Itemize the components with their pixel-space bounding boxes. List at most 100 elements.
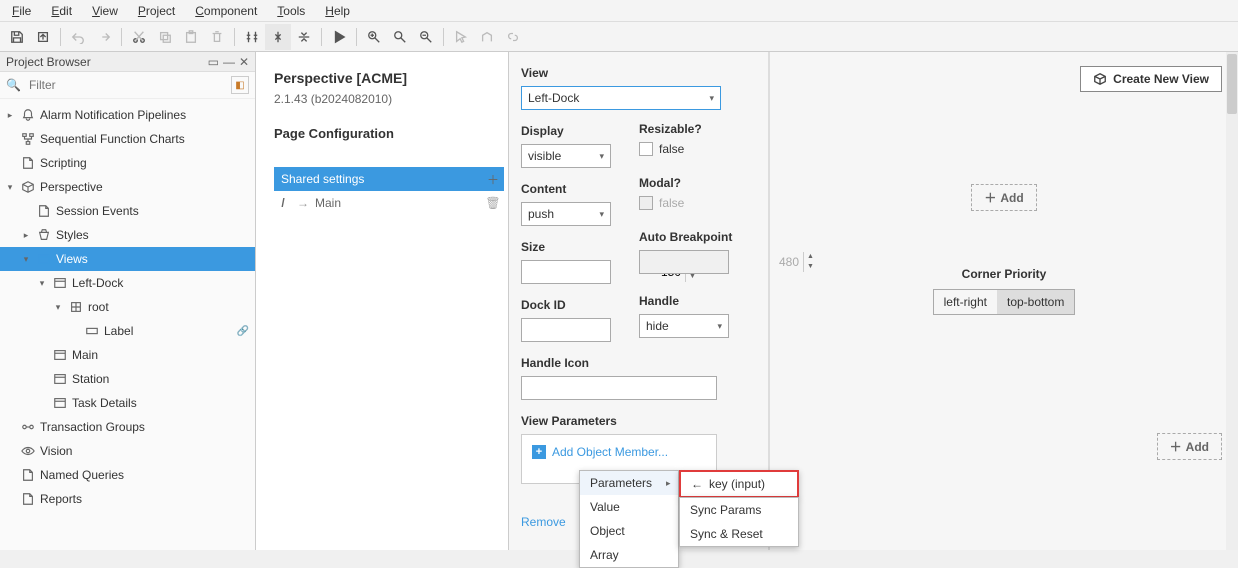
create-new-view-button[interactable]: Create New View bbox=[1080, 66, 1222, 92]
project-tree[interactable]: ▸Alarm Notification PipelinesSequential … bbox=[0, 99, 255, 550]
context-submenu-highlight[interactable]: ←key (input) bbox=[679, 470, 799, 498]
zoom-out-icon[interactable] bbox=[413, 24, 439, 50]
disclosure-icon[interactable]: ▸ bbox=[4, 110, 16, 121]
tree-item[interactable]: ▾Views bbox=[0, 247, 255, 271]
menu-sync-params[interactable]: Sync Params bbox=[680, 498, 798, 522]
link-icon[interactable] bbox=[500, 24, 526, 50]
add-dock-top[interactable]: ＋Add bbox=[971, 184, 1036, 211]
dockid-input[interactable] bbox=[521, 318, 611, 342]
plus-icon: ＋ bbox=[1170, 438, 1182, 455]
view-label: View bbox=[521, 66, 717, 80]
menu-key-input[interactable]: ←key (input) bbox=[681, 472, 797, 496]
zoom-reset-icon[interactable] bbox=[387, 24, 413, 50]
doc-icon bbox=[20, 155, 36, 171]
disclosure-icon[interactable]: ▾ bbox=[20, 254, 32, 265]
bell-icon bbox=[20, 107, 36, 123]
paste-icon[interactable] bbox=[178, 24, 204, 50]
tree-item[interactable]: ▾root bbox=[0, 295, 255, 319]
tree-item[interactable]: ▾Left-Dock bbox=[0, 271, 255, 295]
handle-combo[interactable]: hide▾ bbox=[639, 314, 729, 338]
menu-edit[interactable]: Edit bbox=[41, 2, 82, 20]
menu-parameters[interactable]: Parameters▸ bbox=[580, 471, 678, 495]
context-submenu[interactable]: Sync ParamsSync & Reset bbox=[679, 497, 799, 547]
filter-options-icon[interactable]: ◧ bbox=[231, 76, 249, 94]
corner-priority-segment[interactable]: left-right top-bottom bbox=[933, 289, 1076, 315]
restore-icon[interactable]: ▭ bbox=[208, 55, 219, 69]
undo-icon[interactable] bbox=[65, 24, 91, 50]
save-icon[interactable] bbox=[4, 24, 30, 50]
add-object-member[interactable]: + Add Object Member... bbox=[532, 445, 706, 459]
menu-tools[interactable]: Tools bbox=[267, 2, 315, 20]
panel-title: Project Browser bbox=[6, 55, 91, 69]
menu-project[interactable]: Project bbox=[128, 2, 185, 20]
tree-item[interactable]: ▾Perspective bbox=[0, 175, 255, 199]
cube-icon bbox=[1093, 72, 1107, 86]
plus-icon: + bbox=[532, 445, 546, 459]
seg-top-bottom[interactable]: top-bottom bbox=[997, 290, 1074, 314]
context-menu-primary[interactable]: Parameters▸ValueObjectArray bbox=[579, 470, 679, 568]
disclosure-icon[interactable]: ▸ bbox=[20, 230, 32, 241]
menu-view[interactable]: View bbox=[82, 2, 128, 20]
zoom-in-icon[interactable] bbox=[361, 24, 387, 50]
tree-item[interactable]: ▸Styles bbox=[0, 223, 255, 247]
tree-item[interactable]: Label🔗 bbox=[0, 319, 255, 343]
close-icon[interactable]: ✕ bbox=[239, 55, 249, 69]
resizable-check[interactable]: false bbox=[639, 142, 749, 156]
handleicon-input[interactable] bbox=[521, 376, 717, 400]
content-combo[interactable]: push▾ bbox=[521, 202, 611, 226]
menu-component[interactable]: Component bbox=[185, 2, 267, 20]
tree-item[interactable]: Scripting bbox=[0, 151, 255, 175]
viewparams-label: View Parameters bbox=[521, 414, 717, 428]
shared-settings-row[interactable]: Shared settings ＋ bbox=[274, 167, 504, 191]
remove-link[interactable]: Remove bbox=[521, 515, 566, 529]
export-icon[interactable] bbox=[30, 24, 56, 50]
add-dock-right[interactable]: ＋Add bbox=[1157, 433, 1222, 460]
link-icon: 🔗 bbox=[237, 326, 249, 337]
chevron-down-icon: ▾ bbox=[709, 93, 714, 104]
display-combo[interactable]: visible▾ bbox=[521, 144, 611, 168]
add-page-icon[interactable]: ＋ bbox=[483, 171, 503, 188]
view-icon bbox=[52, 395, 68, 411]
snap-icon[interactable] bbox=[239, 24, 265, 50]
filter-input[interactable] bbox=[25, 76, 227, 94]
tree-item[interactable]: Session Events bbox=[0, 199, 255, 223]
menu-array[interactable]: Array bbox=[580, 543, 678, 567]
tree-item[interactable]: Main bbox=[0, 343, 255, 367]
tree-item[interactable]: Transaction Groups bbox=[0, 415, 255, 439]
delete-page-icon[interactable]: 🗑 bbox=[483, 196, 503, 210]
view-combo[interactable]: Left-Dock▾ bbox=[521, 86, 721, 110]
tree-item[interactable]: Sequential Function Charts bbox=[0, 127, 255, 151]
autobreak-spinner: ▲▼ bbox=[639, 250, 729, 274]
menu-help[interactable]: Help bbox=[315, 2, 360, 20]
handleicon-label: Handle Icon bbox=[521, 356, 717, 370]
pointer-icon[interactable] bbox=[448, 24, 474, 50]
menu-object[interactable]: Object bbox=[580, 519, 678, 543]
size-spinner[interactable]: ▲▼ bbox=[521, 260, 611, 284]
cube-icon bbox=[20, 179, 36, 195]
disclosure-icon[interactable]: ▾ bbox=[36, 278, 48, 289]
redo-icon[interactable] bbox=[91, 24, 117, 50]
tree-item[interactable]: Station bbox=[0, 367, 255, 391]
branch-icon[interactable] bbox=[474, 24, 500, 50]
tree-item[interactable]: Named Queries bbox=[0, 463, 255, 487]
menu-sync-reset[interactable]: Sync & Reset bbox=[680, 522, 798, 546]
copy-icon[interactable] bbox=[152, 24, 178, 50]
play-icon[interactable] bbox=[326, 24, 352, 50]
minimize-icon[interactable]: — bbox=[223, 55, 235, 69]
disclosure-icon[interactable]: ▾ bbox=[52, 302, 64, 313]
vertical-scrollbar[interactable] bbox=[1226, 52, 1238, 550]
page-main-row[interactable]: / → Main 🗑 bbox=[274, 191, 504, 215]
seg-left-right[interactable]: left-right bbox=[934, 290, 997, 314]
align-right-icon[interactable] bbox=[291, 24, 317, 50]
tree-item[interactable]: Task Details bbox=[0, 391, 255, 415]
cut-icon[interactable] bbox=[126, 24, 152, 50]
menu-file[interactable]: File bbox=[2, 2, 41, 20]
disclosure-icon[interactable]: ▾ bbox=[4, 182, 16, 193]
flow-icon bbox=[20, 131, 36, 147]
tree-item[interactable]: Reports bbox=[0, 487, 255, 511]
tree-item[interactable]: Vision bbox=[0, 439, 255, 463]
delete-icon[interactable] bbox=[204, 24, 230, 50]
menu-value[interactable]: Value bbox=[580, 495, 678, 519]
tree-item[interactable]: ▸Alarm Notification Pipelines bbox=[0, 103, 255, 127]
align-left-icon[interactable] bbox=[265, 24, 291, 50]
